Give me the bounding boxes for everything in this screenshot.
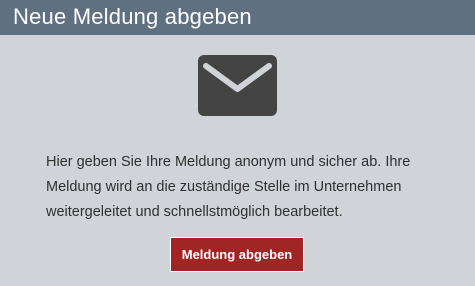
page-title: Neue Meldung abgeben: [13, 4, 252, 29]
submit-report-button[interactable]: Meldung abgeben: [170, 237, 304, 272]
panel-header: Neue Meldung abgeben: [0, 0, 475, 35]
description-text: Hier geben Sie Ihre Meldung anonym und s…: [46, 154, 411, 220]
report-panel: Neue Meldung abgeben Hier geben Sie Ihre…: [0, 0, 475, 286]
envelope-icon: [198, 55, 277, 116]
